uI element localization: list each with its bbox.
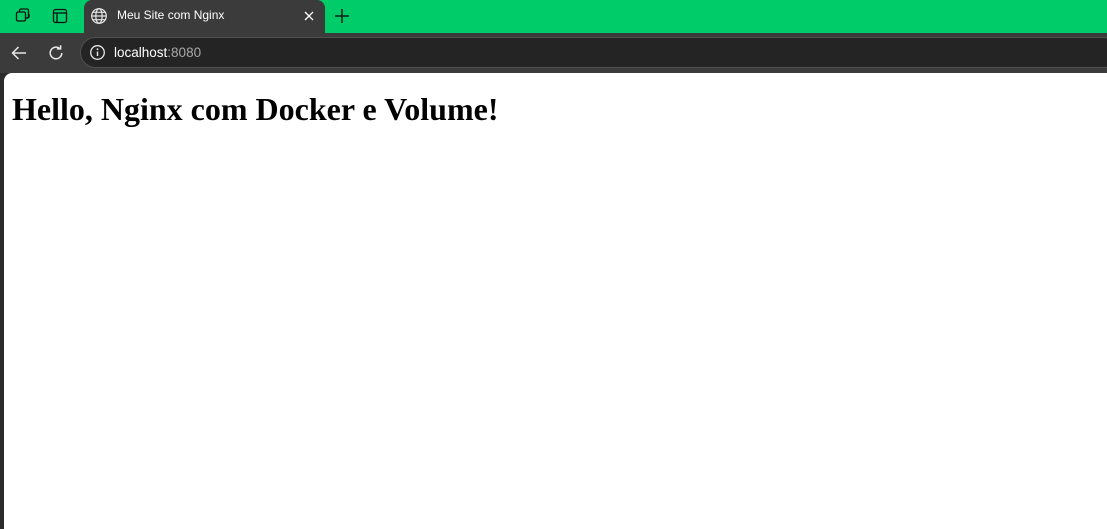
- browser-window: Meu Site com Nginx localhost:8080 Hello,…: [0, 0, 1107, 529]
- plus-icon: [335, 9, 349, 23]
- back-arrow-icon: [11, 46, 26, 60]
- new-tab-button[interactable]: [330, 4, 354, 28]
- info-icon[interactable]: [89, 44, 106, 61]
- back-button[interactable]: [6, 40, 32, 66]
- close-icon: [304, 11, 314, 21]
- tab-active[interactable]: Meu Site com Nginx: [84, 0, 325, 33]
- page-viewport: Hello, Nginx com Docker e Volume!: [4, 73, 1107, 529]
- reload-icon: [49, 45, 63, 60]
- globe-icon: [91, 8, 107, 24]
- tab-actions-button[interactable]: [47, 4, 73, 28]
- toolbar: localhost:8080: [0, 33, 1107, 73]
- tab-close-button[interactable]: [300, 7, 318, 25]
- tab-actions-icon: [52, 8, 68, 24]
- url-host: localhost: [114, 45, 168, 60]
- address-bar[interactable]: localhost:8080: [80, 37, 1107, 68]
- page-heading: Hello, Nginx com Docker e Volume!: [12, 91, 499, 127]
- url-port: :8080: [167, 45, 202, 60]
- tab-strip: Meu Site com Nginx: [0, 0, 1107, 33]
- url-text: localhost:8080: [114, 45, 201, 60]
- reload-button[interactable]: [43, 40, 69, 66]
- tab-title: Meu Site com Nginx: [117, 8, 225, 22]
- workspaces-button[interactable]: [11, 4, 37, 28]
- workspaces-icon: [15, 8, 30, 22]
